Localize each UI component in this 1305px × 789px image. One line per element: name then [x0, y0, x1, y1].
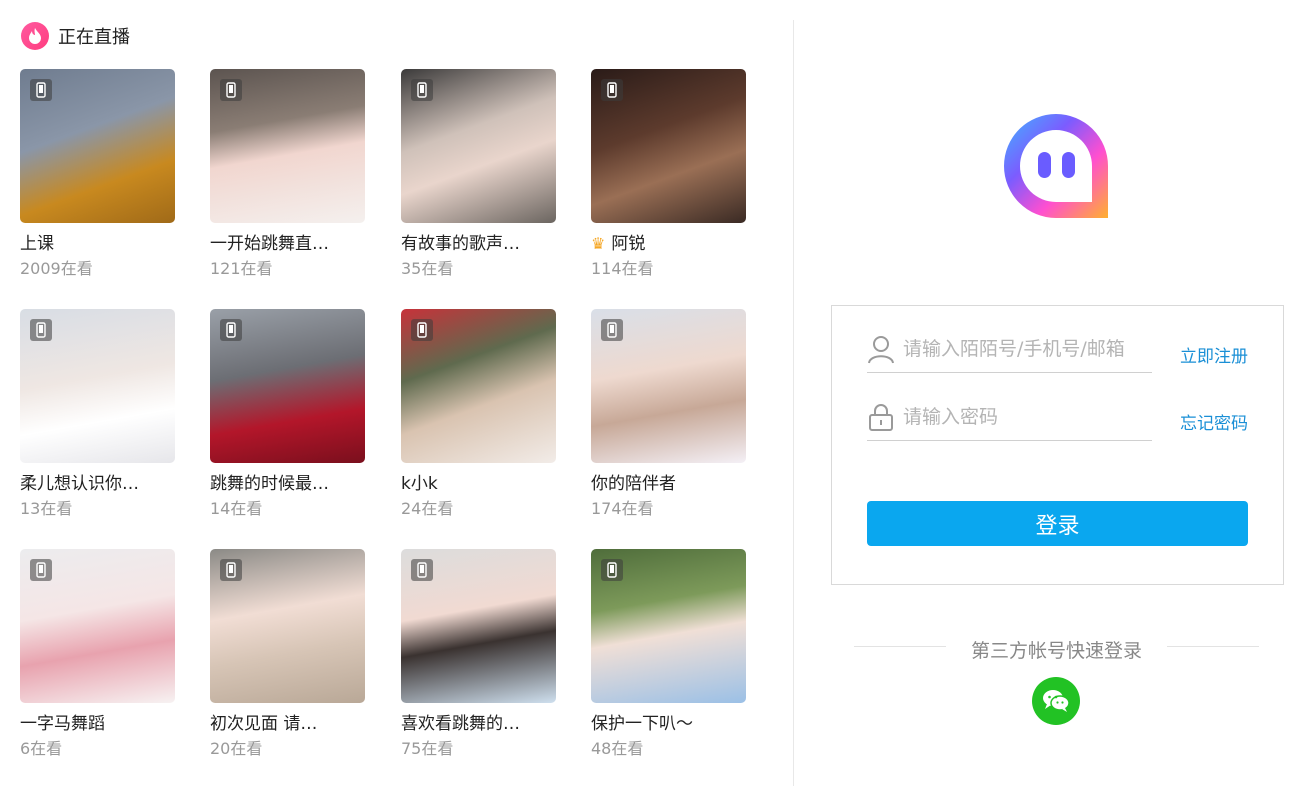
login-button[interactable]: 登录 [867, 501, 1248, 546]
mobile-phone-icon [601, 559, 623, 581]
live-card-viewers: 2009在看 [20, 259, 93, 278]
account-field [867, 326, 1152, 373]
live-card-viewers: 14在看 [210, 499, 263, 518]
mobile-phone-icon [601, 319, 623, 341]
live-card-viewers: 75在看 [401, 739, 454, 758]
live-card-title[interactable]: 上课 [20, 233, 175, 255]
live-card[interactable]: 喜欢看跳舞的… 75在看 [401, 549, 556, 759]
forgot-password-link[interactable]: 忘记密码 [1180, 409, 1248, 434]
live-card-viewers: 6在看 [20, 739, 63, 758]
mobile-phone-icon [601, 79, 623, 101]
live-card-name: 一开始跳舞直… [210, 234, 329, 254]
live-card[interactable]: 跳舞的时候最… 14在看 [210, 309, 365, 519]
live-thumbnail[interactable] [210, 549, 365, 703]
live-card[interactable]: 一开始跳舞直… 121在看 [210, 69, 365, 279]
mobile-phone-icon [30, 559, 52, 581]
live-card-title[interactable]: 喜欢看跳舞的… [401, 713, 556, 735]
live-thumbnail[interactable] [401, 549, 556, 703]
live-thumbnail[interactable] [401, 309, 556, 463]
live-card[interactable]: 一字马舞蹈 6在看 [20, 549, 175, 759]
live-title: 正在直播 [58, 27, 130, 48]
live-thumbnail[interactable] [210, 69, 365, 223]
live-header: 正在直播 [21, 22, 130, 50]
live-card-name: 你的陪伴者 [591, 474, 676, 494]
live-card-viewers: 121在看 [210, 259, 273, 278]
mobile-phone-icon [411, 319, 433, 341]
mobile-phone-icon [30, 79, 52, 101]
mobile-phone-icon [411, 79, 433, 101]
mobile-phone-icon [220, 79, 242, 101]
live-card-title[interactable]: 一开始跳舞直… [210, 233, 365, 255]
live-card-viewers: 48在看 [591, 739, 644, 758]
live-card-title[interactable]: k小k [401, 473, 556, 495]
live-card[interactable]: k小k 24在看 [401, 309, 556, 519]
live-card-viewers: 24在看 [401, 499, 454, 518]
user-icon [868, 336, 894, 364]
password-field [867, 394, 1152, 441]
live-card-name: 上课 [20, 234, 54, 254]
live-thumbnail[interactable] [591, 69, 746, 223]
live-card-name: 初次见面 请… [210, 714, 318, 734]
register-link[interactable]: 立即注册 [1180, 342, 1248, 367]
wechat-login-button[interactable] [1032, 677, 1080, 725]
live-card-viewers: 20在看 [210, 739, 263, 758]
mobile-phone-icon [30, 319, 52, 341]
live-card-title[interactable]: 保护一下叭～ [591, 713, 746, 735]
live-card-name: 喜欢看跳舞的… [401, 714, 520, 734]
live-thumbnail[interactable] [20, 309, 175, 463]
live-card-title[interactable]: 跳舞的时候最… [210, 473, 365, 495]
live-card-name: 保护一下叭～ [591, 714, 693, 734]
live-thumbnail[interactable] [591, 309, 746, 463]
login-form: 立即注册 忘记密码 登录 [831, 305, 1284, 585]
live-card-viewers: 174在看 [591, 499, 654, 518]
live-panel: 正在直播 上课 2009在看 一开始跳舞直… 121在看 有故事的歌声… 35在看 ♛ 阿锐 1… [0, 0, 792, 789]
live-card-name: 柔儿想认识你… [20, 474, 139, 494]
third-party-title: 第三方帐号快速登录 [970, 640, 1142, 662]
live-card-viewers: 35在看 [401, 259, 454, 278]
live-card[interactable]: 你的陪伴者 174在看 [591, 309, 746, 519]
live-card-viewers: 13在看 [20, 499, 73, 518]
mobile-phone-icon [411, 559, 433, 581]
live-card-title[interactable]: 初次见面 请… [210, 713, 365, 735]
live-thumbnail[interactable] [591, 549, 746, 703]
live-card-title[interactable]: 柔儿想认识你… [20, 473, 175, 495]
live-thumbnail[interactable] [20, 69, 175, 223]
live-thumbnail[interactable] [401, 69, 556, 223]
live-card-title[interactable]: 你的陪伴者 [591, 473, 746, 495]
crown-icon: ♛ [591, 234, 606, 253]
third-party-login: 第三方帐号快速登录 [854, 636, 1259, 662]
live-card-name: 有故事的歌声… [401, 234, 520, 254]
live-card-title[interactable]: ♛ 阿锐 [591, 233, 746, 255]
live-card[interactable]: 柔儿想认识你… 13在看 [20, 309, 175, 519]
password-input[interactable] [903, 406, 1148, 428]
login-panel: 立即注册 忘记密码 登录 第三方帐号快速登录 [794, 0, 1305, 789]
live-card[interactable]: 初次见面 请… 20在看 [210, 549, 365, 759]
live-thumbnail[interactable] [210, 309, 365, 463]
account-input[interactable] [903, 338, 1148, 360]
wechat-icon [1043, 690, 1070, 712]
lock-icon [869, 404, 893, 431]
live-card-title[interactable]: 一字马舞蹈 [20, 713, 175, 735]
live-thumbnail[interactable] [20, 549, 175, 703]
flame-icon [21, 22, 49, 50]
live-card-title[interactable]: 有故事的歌声… [401, 233, 556, 255]
live-card-name: 一字马舞蹈 [20, 714, 105, 734]
live-card[interactable]: 上课 2009在看 [20, 69, 175, 279]
live-card[interactable]: 保护一下叭～ 48在看 [591, 549, 746, 759]
live-card-name: 跳舞的时候最… [210, 474, 329, 494]
live-card-name: 阿锐 [611, 234, 646, 254]
momo-logo [996, 106, 1116, 226]
live-card-viewers: 114在看 [591, 259, 654, 278]
live-card[interactable]: 有故事的歌声… 35在看 [401, 69, 556, 279]
mobile-phone-icon [220, 559, 242, 581]
live-card[interactable]: ♛ 阿锐 114在看 [591, 69, 746, 279]
live-card-name: k小k [401, 474, 438, 494]
mobile-phone-icon [220, 319, 242, 341]
third-party-line-right [1167, 646, 1259, 647]
